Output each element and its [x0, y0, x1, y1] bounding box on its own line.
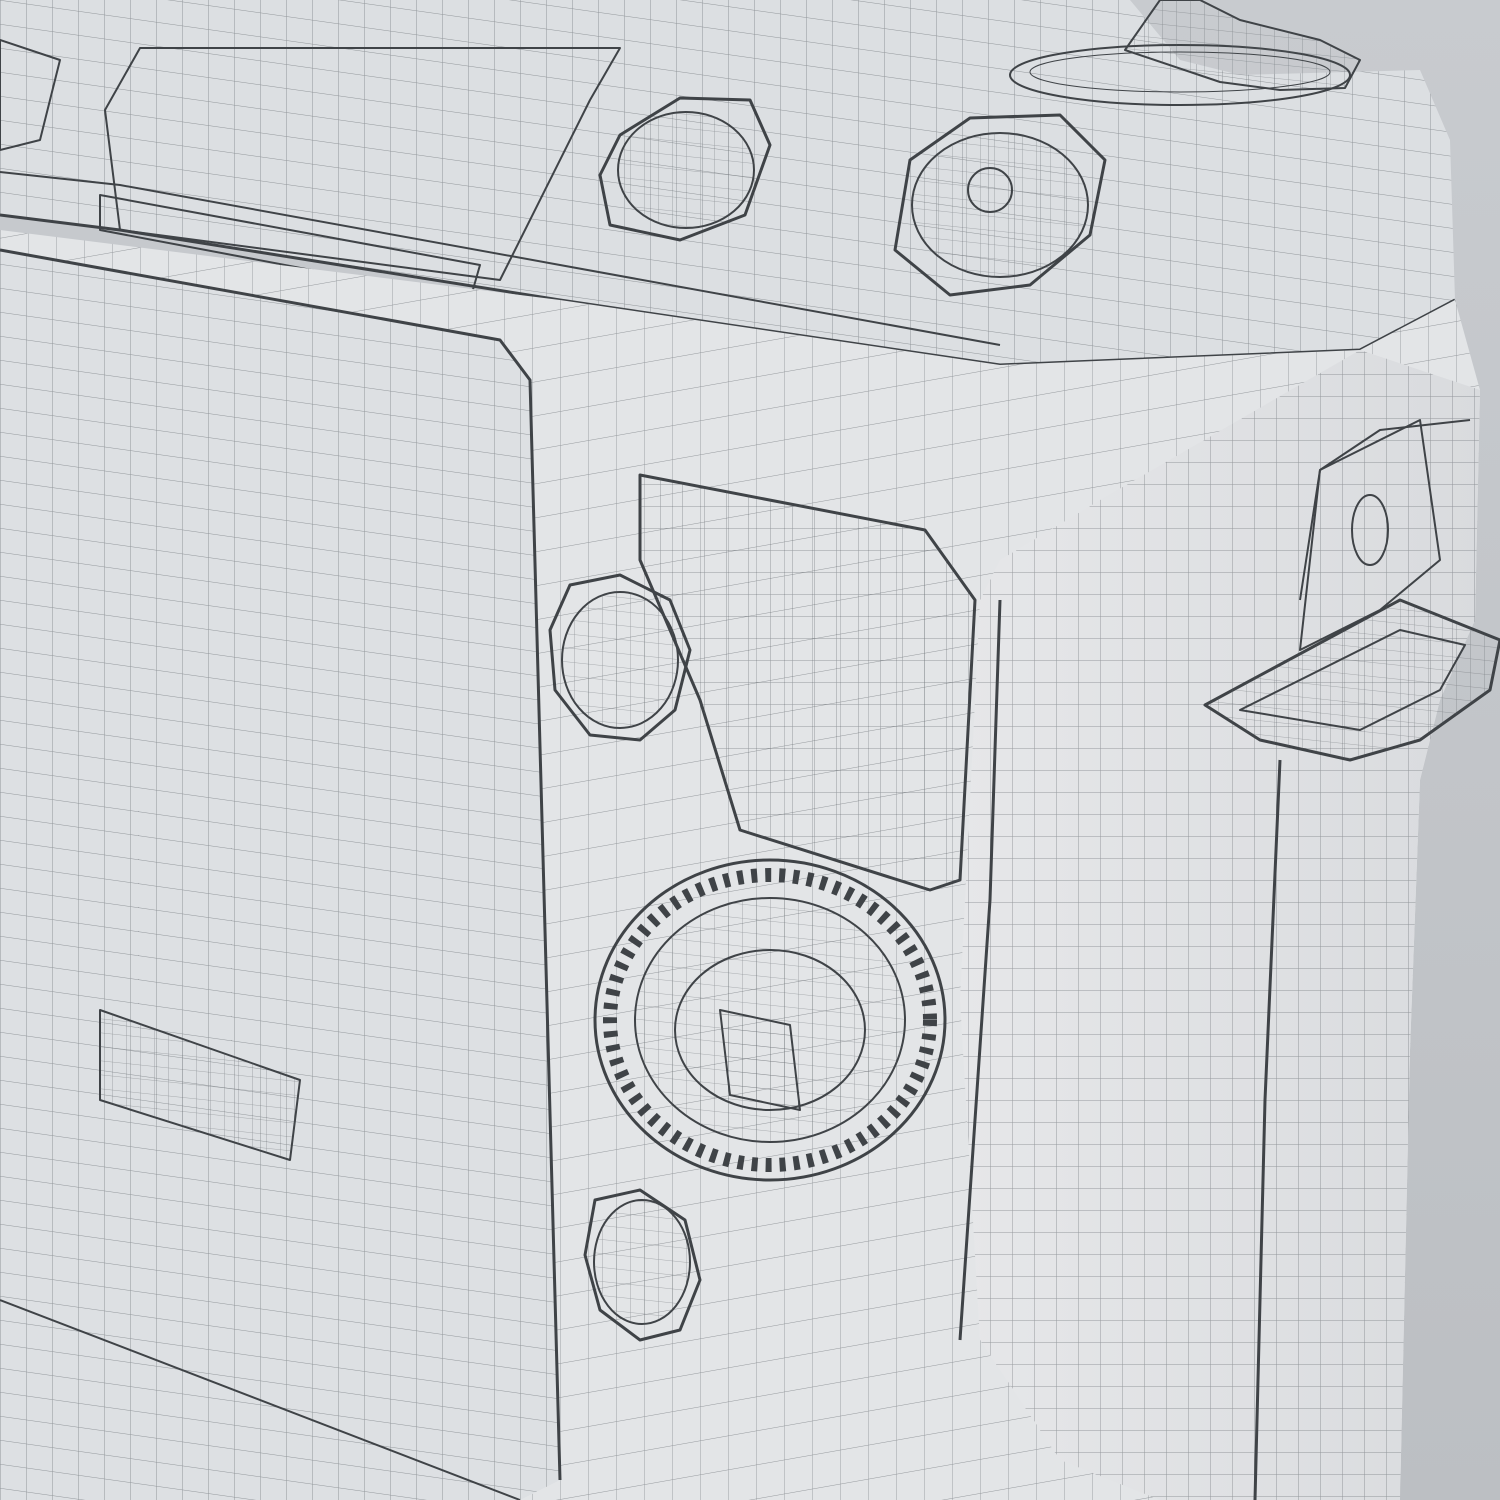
- lcd-screen[interactable]: [0, 248, 562, 1500]
- center-ok-button[interactable]: [719, 1009, 801, 1111]
- camera-wireframe-render: [0, 0, 1500, 1500]
